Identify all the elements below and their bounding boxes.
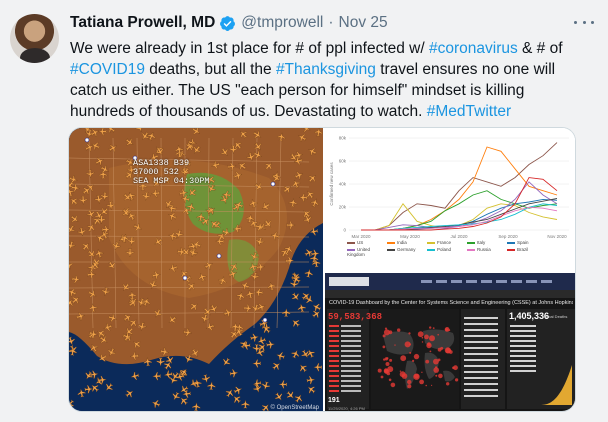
svg-text:Sep 2020: Sep 2020 [498, 234, 518, 239]
tweet[interactable]: Tatiana Prowell, MD @tmprowell · Nov 25 … [0, 0, 608, 422]
hashtag-link[interactable]: #coronavirus [429, 40, 518, 57]
dashboard-total-cases: 59,583,368 [328, 312, 383, 322]
jhu-dashboard-image[interactable]: COVID-19 Dashboard by the Center for Sys… [325, 273, 575, 411]
cases-chart-image[interactable]: 80k 60k 40k 20k 0 Mar 2020 May 2020 Jul 2020 Sep… [325, 128, 575, 271]
svg-text:Jul 2020: Jul 2020 [450, 234, 468, 239]
svg-text:40k: 40k [339, 182, 347, 187]
tweet-text-segment: deaths, but all the [144, 61, 276, 78]
dashboard-graphic [325, 273, 575, 409]
svg-text:May 2020: May 2020 [400, 234, 420, 239]
separator-dot: · [328, 14, 334, 31]
dashboard-deaths-label: Global Deaths [542, 314, 568, 319]
dashboard-title: COVID-19 Dashboard by the Center for Sys… [329, 300, 573, 306]
tweet-header: Tatiana Prowell, MD @tmprowell · Nov 25 [70, 12, 388, 34]
svg-text:Nov 2020: Nov 2020 [547, 234, 567, 239]
avatar[interactable] [10, 14, 59, 63]
chart-legend-item: Poland [427, 247, 467, 257]
chart-legend-item: Spain [507, 240, 547, 245]
svg-text:20k: 20k [339, 205, 347, 210]
chart-legend: US India France Italy Spain United Kingdom Ger… [347, 240, 547, 257]
map-credit: © OpenStreetMap [270, 405, 319, 411]
chart-legend-item: Brazil [507, 247, 547, 257]
more-options-icon[interactable] [574, 17, 594, 27]
hashtag-link[interactable]: #Thanksgiving [276, 61, 376, 78]
author-name[interactable]: Tatiana Prowell, MD [70, 14, 215, 32]
hashtag-link[interactable]: #COVID19 [70, 61, 145, 78]
chart-legend-item: United Kingdom [347, 247, 387, 257]
tweet-date[interactable]: Nov 25 [339, 14, 388, 32]
verified-badge-icon [220, 15, 236, 31]
chart-legend-item: Germany [387, 247, 427, 257]
hashtag-link[interactable]: #MedTwitter [427, 103, 511, 120]
dashboard-updated: 11/25/2020, 4:26 PM [328, 406, 365, 411]
author-handle[interactable]: @tmprowell [241, 14, 323, 32]
svg-text:Mar 2020: Mar 2020 [351, 234, 371, 239]
svg-text:60k: 60k [339, 159, 347, 164]
chart-legend-item: Italy [467, 240, 507, 245]
tweet-media[interactable]: ASA1338 B39 37000 532 SEA MSP 04:30PM © … [68, 127, 576, 412]
flight-label: ASA1338 B39 37000 532 SEA MSP 04:30PM [133, 158, 210, 186]
tweet-text: We were already in 1st place for # of pp… [70, 38, 590, 122]
chart-legend-item: US [347, 240, 387, 245]
dashboard-countries-count: 191 [328, 397, 340, 404]
flight-map-image[interactable]: ASA1338 B39 37000 532 SEA MSP 04:30PM © … [69, 128, 323, 411]
chart-legend-item: India [387, 240, 427, 245]
svg-text:80k: 80k [339, 136, 347, 141]
tweet-text-segment: & # of [517, 40, 563, 57]
tweet-text-segment: We were already in 1st place for # of pp… [70, 40, 429, 57]
svg-text:Confirmed new cases: Confirmed new cases [329, 162, 334, 206]
chart-legend-item: Russia [467, 247, 507, 257]
chart-legend-item: France [427, 240, 467, 245]
